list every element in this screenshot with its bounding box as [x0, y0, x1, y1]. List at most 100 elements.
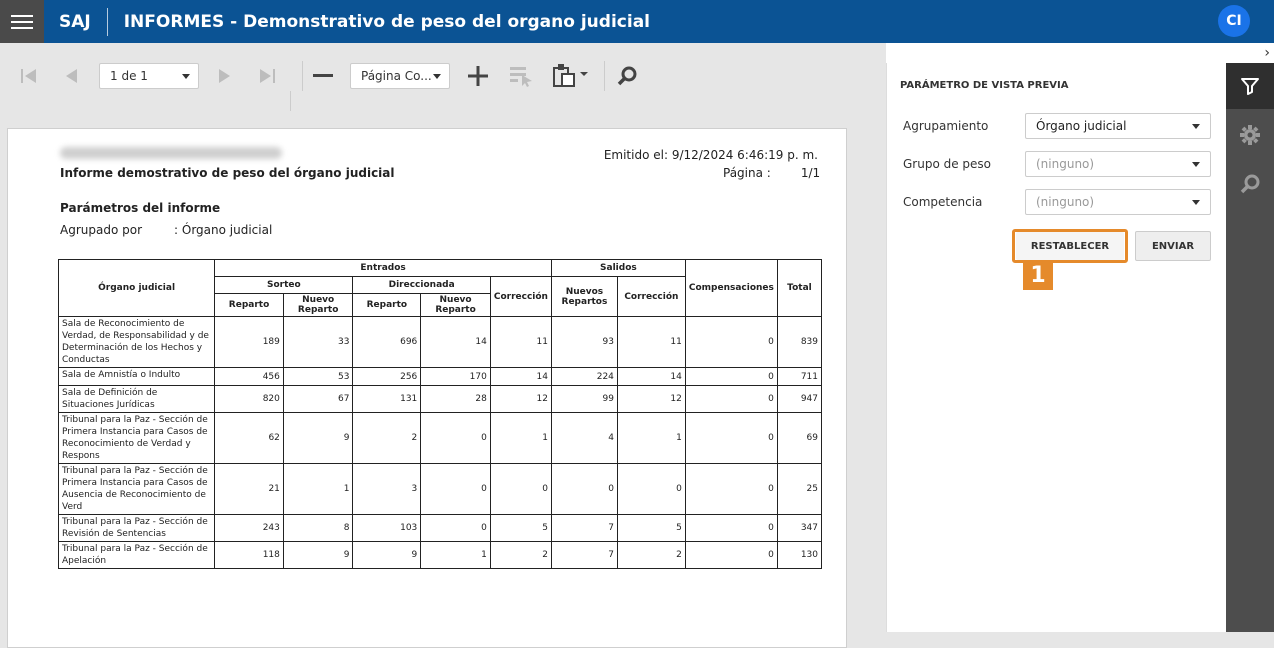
- chevron-down-icon: [1192, 162, 1200, 167]
- value-cell: 0: [684, 385, 778, 413]
- value-cell: 0: [684, 541, 778, 569]
- page-value: 1/1: [800, 166, 821, 180]
- zoom-select[interactable]: Página Co...: [350, 63, 450, 89]
- competencia-value: (ninguno): [1036, 195, 1095, 209]
- filter-icon[interactable]: [1226, 63, 1274, 109]
- value-cell: 53: [282, 367, 354, 386]
- user-avatar[interactable]: CI: [1218, 5, 1250, 37]
- page-label: Página :: [723, 166, 771, 180]
- preview-params-panel: PARÁMETRO DE VISTA PREVIA Agrupamiento Ó…: [886, 63, 1226, 632]
- value-cell: 131: [352, 385, 422, 413]
- value-cell: 67: [282, 385, 354, 413]
- last-page-icon[interactable]: [256, 63, 278, 89]
- chevron-down-icon: [1192, 124, 1200, 129]
- search-icon[interactable]: [1226, 161, 1274, 207]
- value-cell: 0: [420, 412, 491, 464]
- value-cell: 25: [776, 463, 823, 515]
- first-page-icon[interactable]: [18, 63, 40, 89]
- top-bar: SAJ INFORMES - Demonstrativo de peso del…: [0, 0, 1274, 43]
- zoom-out-icon[interactable]: [311, 63, 335, 89]
- table-row: Tribunal para la Paz - Sección de Apelac…: [57, 541, 823, 569]
- hamburger-menu-icon[interactable]: [0, 0, 44, 43]
- gear-icon[interactable]: [1226, 112, 1274, 158]
- value-cell: 69: [776, 412, 823, 464]
- toolbar-divider: [604, 61, 605, 91]
- header-divider: [106, 7, 108, 36]
- table-row: Tribunal para la Paz - Sección de Primer…: [57, 463, 823, 515]
- previous-page-icon[interactable]: [60, 63, 82, 89]
- value-cell: 9: [352, 541, 422, 569]
- value-cell: 0: [684, 514, 778, 542]
- header-entradas: Entrados: [214, 259, 552, 277]
- value-cell: 12: [489, 385, 552, 413]
- reset-button[interactable]: RESTABLECER: [1016, 232, 1124, 260]
- select-tool-icon[interactable]: [507, 63, 535, 89]
- header-nuevos-repartos: Nuevos Repartos: [550, 276, 618, 317]
- app-name[interactable]: SAJ: [59, 12, 91, 32]
- value-cell: 5: [616, 514, 686, 542]
- value-cell: 0: [420, 463, 491, 515]
- value-cell: 93: [550, 316, 618, 368]
- value-cell: 14: [420, 316, 491, 368]
- value-cell: 2: [489, 541, 552, 569]
- page-title: INFORMES - Demonstrativo de peso del org…: [123, 11, 650, 32]
- header-correccion-salidas: Corrección: [616, 276, 686, 317]
- report-page: Informe demostrativo de peso del órgano …: [7, 128, 847, 648]
- value-cell: 12: [616, 385, 686, 413]
- table-row: Tribunal para la Paz - Sección de Revisi…: [57, 514, 823, 542]
- value-cell: 11: [489, 316, 552, 368]
- agrupamiento-label: Agrupamiento: [903, 119, 989, 133]
- next-page-icon[interactable]: [214, 63, 236, 89]
- organ-name-cell: Sala de Reconocimiento de Verdad, de Res…: [57, 316, 216, 368]
- value-cell: 5: [489, 514, 552, 542]
- chevron-down-icon: [433, 74, 441, 79]
- header-reparto-dir: Reparto: [352, 293, 422, 317]
- table-row: Sala de Reconocimiento de Verdad, de Res…: [57, 316, 823, 368]
- panel-title: PARÁMETRO DE VISTA PREVIA: [900, 80, 1069, 91]
- weights-table: Órgano judicial Entrados Salidos Compens…: [57, 259, 823, 569]
- header-direccionada: Direccionada: [352, 276, 491, 294]
- step-badge: 1: [1023, 260, 1053, 290]
- competencia-select[interactable]: (ninguno): [1025, 189, 1211, 215]
- value-cell: 4: [550, 412, 618, 464]
- page-select[interactable]: 1 de 1: [99, 63, 199, 89]
- send-button[interactable]: ENVIAR: [1135, 231, 1211, 261]
- export-icon[interactable]: [551, 63, 591, 89]
- toolbar-divider: [302, 61, 303, 91]
- value-cell: 2: [352, 412, 422, 464]
- side-rail: [1226, 63, 1274, 632]
- chevron-right-icon[interactable]: ›: [1264, 45, 1270, 61]
- blurred-entity-name: [60, 147, 282, 159]
- value-cell: 0: [550, 463, 618, 515]
- chevron-down-icon: [1192, 200, 1200, 205]
- value-cell: 99: [550, 385, 618, 413]
- value-cell: 1: [282, 463, 354, 515]
- organ-name-cell: Tribunal para la Paz - Sección de Primer…: [57, 412, 216, 464]
- search-icon[interactable]: [615, 63, 639, 89]
- value-cell: 1: [616, 412, 686, 464]
- page-indicator: Página : 1/1: [723, 166, 820, 180]
- agrupamiento-select[interactable]: Órgano judicial: [1025, 113, 1211, 139]
- value-cell: 243: [214, 514, 284, 542]
- table-row: Sala de Definición de Situaciones Jurídi…: [57, 385, 823, 413]
- table-row: Tribunal para la Paz - Sección de Primer…: [57, 412, 823, 464]
- emitted-date: Emitido el: 9/12/2024 6:46:19 p. m.: [603, 148, 818, 162]
- value-cell: 696: [352, 316, 422, 368]
- value-cell: 14: [489, 367, 552, 386]
- value-cell: 456: [214, 367, 284, 386]
- header-nuevo-reparto-dir: Nuevo Reparto: [420, 293, 491, 317]
- table-row: Sala de Amnistía o Indulto 456 53 256 170 14 2…: [57, 367, 823, 386]
- header-salidas: Salidos: [550, 259, 686, 277]
- value-cell: 820: [214, 385, 284, 413]
- organ-name-cell: Sala de Definición de Situaciones Jurídi…: [57, 385, 216, 413]
- value-cell: 14: [616, 367, 686, 386]
- value-cell: 0: [489, 463, 552, 515]
- zoom-select-value: Página Co...: [361, 69, 432, 83]
- grupo-peso-select[interactable]: (ninguno): [1025, 151, 1211, 177]
- value-cell: 0: [684, 463, 778, 515]
- zoom-in-icon[interactable]: [466, 63, 490, 89]
- value-cell: 347: [776, 514, 823, 542]
- value-cell: 0: [420, 514, 491, 542]
- header-correccion: Corrección: [489, 276, 552, 317]
- value-cell: 118: [214, 541, 284, 569]
